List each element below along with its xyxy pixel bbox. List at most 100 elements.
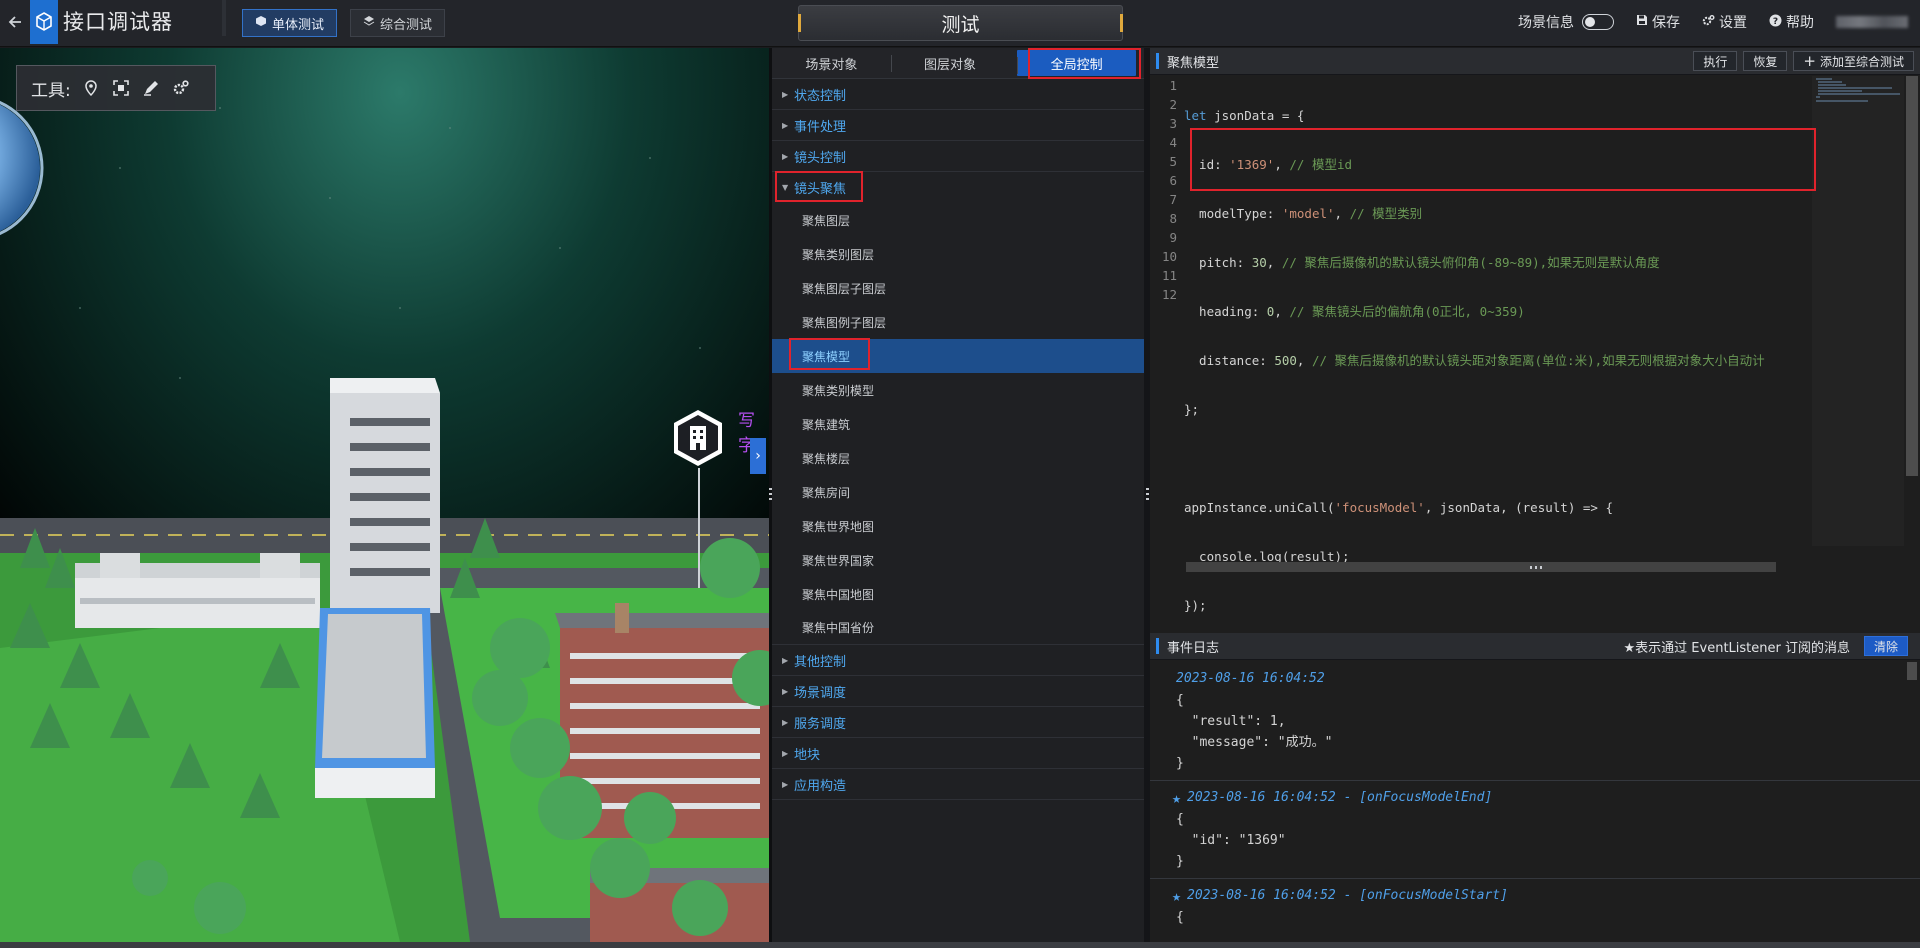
line-number: 2 (1169, 97, 1177, 112)
code-text: heading: (1184, 304, 1267, 319)
clear-log-button[interactable]: 清除 (1863, 636, 1908, 656)
caret-right-icon: ▶ (782, 717, 789, 727)
add-label: 添加至综合测试 (1819, 54, 1904, 69)
accent-bar (1156, 53, 1159, 69)
tree-item-focus-category-model[interactable]: 聚焦类别模型 (772, 373, 1144, 407)
mode-integrated-test-button[interactable]: 综合测试 (350, 9, 446, 37)
api-tree: ▶ 状态控制 ▶ 事件处理 ▶ 镜头控制 ▼ 镜头聚焦 聚焦图层 聚焦类别图层 聚焦图层… (772, 79, 1144, 800)
code-line: id: '1369', // 模型id (1184, 155, 1884, 174)
save-label: 保存 (1652, 15, 1680, 31)
code-text: , (1296, 353, 1312, 368)
3d-scene-viewport[interactable]: 工具: 写字 › (0, 48, 769, 942)
line-number: 10 (1161, 249, 1177, 264)
star-icon: ★ (1172, 789, 1182, 807)
frame-icon[interactable] (111, 78, 131, 98)
chevron-right-icon[interactable]: › (750, 438, 766, 474)
category-other-control[interactable]: ▶ 其他控制 (772, 645, 1144, 676)
category-state-control[interactable]: ▶ 状态控制 (772, 79, 1144, 110)
tree-item-focus-world-map[interactable]: 聚焦世界地图 (772, 509, 1144, 543)
category-camera-control[interactable]: ▶ 镜头控制 (772, 141, 1144, 172)
code-text: jsonData = { (1206, 108, 1305, 123)
category-service-dispatch[interactable]: ▶ 服务调度 (772, 707, 1144, 738)
category-scene-dispatch[interactable]: ▶ 场景调度 (772, 676, 1144, 707)
vertical-splitter-grip[interactable] (1530, 566, 1544, 569)
line-number: 4 (1169, 135, 1177, 150)
log-line: { (1176, 910, 1184, 925)
scene-info-toggle[interactable]: 场景信息 (1518, 12, 1614, 32)
settings-button[interactable]: 设置 (1702, 12, 1747, 32)
tab-test[interactable]: 测试 (798, 5, 1123, 41)
caret-right-icon: ▶ (782, 120, 789, 130)
building-marker-icon[interactable] (670, 408, 726, 468)
cube-icon (255, 15, 267, 31)
user-avatar-blurred[interactable] (1836, 16, 1908, 28)
help-button[interactable]: ? 帮助 (1769, 12, 1814, 32)
tree-item-focus-china-province[interactable]: 聚焦中国省份 (772, 611, 1144, 645)
editor-horizontal-scrollbar[interactable] (1186, 562, 1776, 572)
log-entry: ★ 2023-08-16 16:04:52 - [onFocusModelStar… (1150, 879, 1920, 934)
tab-layer-objects[interactable]: 图层对象 (890, 48, 1010, 78)
tab-global-control[interactable]: 全局控制 (1017, 50, 1137, 76)
tree-item-focus-china-map[interactable]: 聚焦中国地图 (772, 577, 1144, 611)
tab-scene-objects[interactable]: 场景对象 (772, 48, 891, 78)
layers-icon (363, 15, 375, 31)
code-editor[interactable]: 1 2 3 4 5 6 7 8 9 10 11 12 let jsonData … (1150, 76, 1920, 613)
category-camera-focus[interactable]: ▼ 镜头聚焦 (772, 172, 1144, 203)
code-minimap[interactable] (1812, 76, 1904, 546)
back-arrow-icon[interactable] (0, 0, 30, 44)
tree-item-focus-model[interactable]: 聚焦模型 (772, 339, 1144, 373)
category-app-construct[interactable]: ▶ 应用构造 (772, 769, 1144, 800)
save-button[interactable]: 保存 (1636, 12, 1680, 32)
code-text: , (1334, 206, 1350, 221)
code-line: modelType: 'model', // 模型类别 (1184, 204, 1884, 223)
mode-single-test-button[interactable]: 单体测试 (242, 9, 338, 37)
app-logo-icon (30, 0, 58, 44)
log-entry: 2023-08-16 16:04:52 { "result": 1, "mess… (1150, 662, 1920, 781)
add-to-integrated-button[interactable]: + 添加至综合测试 (1793, 51, 1914, 71)
tree-item-focus-building[interactable]: 聚焦建筑 (772, 407, 1144, 441)
tree-item-focus-room[interactable]: 聚焦房间 (772, 475, 1144, 509)
tree-item-focus-legend-sublayer[interactable]: 聚焦图例子图层 (772, 305, 1144, 339)
event-log-header: 事件日志 ★表示通过 EventListener 订阅的消息 清除 (1150, 633, 1920, 660)
log-timestamp: 2023-08-16 16:04:52 (1176, 671, 1325, 686)
code-line: appInstance.uniCall('focusModel', jsonDa… (1184, 498, 1884, 517)
api-tabs: 场景对象 图层对象 全局控制 (772, 48, 1144, 79)
tree-item-focus-category-layer[interactable]: 聚焦类别图层 (772, 237, 1144, 271)
code-text: id: (1184, 157, 1230, 172)
caret-right-icon: ▶ (782, 748, 789, 758)
tree-item-focus-layer[interactable]: 聚焦图层 (772, 203, 1144, 237)
code-text: modelType: (1184, 206, 1282, 221)
code-text: appInstance.uniCall( (1184, 500, 1335, 515)
log-line: } (1176, 854, 1184, 869)
editor-vertical-scrollbar[interactable] (1906, 76, 1918, 476)
category-event-handling[interactable]: ▶ 事件处理 (772, 110, 1144, 141)
category-label: 其他控制 (794, 654, 847, 670)
tree-item-focus-sublayer[interactable]: 聚焦图层子图层 (772, 271, 1144, 305)
line-gutter: 1 2 3 4 5 6 7 8 9 10 11 12 (1150, 76, 1180, 594)
run-button[interactable]: 执行 (1693, 51, 1738, 71)
toggle-switch[interactable] (1582, 14, 1614, 30)
app-window: 接口调试器 单体测试 综合测试 测试 场景信息 保存 设置 ? 帮助 工具: 写… (0, 0, 1920, 948)
category-land-parcel[interactable]: ▶ 地块 (772, 738, 1144, 769)
code-line: let jsonData = { (1184, 106, 1884, 125)
log-scrollbar[interactable] (1907, 662, 1917, 680)
pen-icon[interactable] (141, 78, 161, 98)
code-string: 'model' (1281, 206, 1335, 221)
locate-icon[interactable] (81, 78, 101, 98)
marker-stem (698, 468, 700, 588)
category-label: 镜头控制 (794, 150, 847, 166)
tree-item-focus-floor[interactable]: 聚焦楼层 (772, 441, 1144, 475)
tree-item-focus-world-country[interactable]: 聚焦世界国家 (772, 543, 1144, 577)
code-comment: // 聚焦后摄像机的默认镜头距对象距离(单位:米),如果无则根据对象大小自动计 (1311, 353, 1765, 368)
gears-icon[interactable] (171, 78, 191, 98)
code-comment: // 聚焦后摄像机的默认镜头俯仰角(-89~89),如果无则是默认角度 (1281, 255, 1660, 270)
restore-button[interactable]: 恢复 (1743, 51, 1788, 71)
code-text: distance: (1184, 353, 1275, 368)
code-text: pitch: (1184, 255, 1252, 270)
toolbox-label: 工具: (31, 80, 71, 101)
line-number: 11 (1161, 268, 1177, 283)
star-icon: ★ (1172, 887, 1182, 905)
log-entry: ★ 2023-08-16 16:04:52 - [onFocusModelEnd]… (1150, 781, 1920, 879)
event-log-list: 2023-08-16 16:04:52 { "result": 1, "mess… (1150, 662, 1920, 942)
